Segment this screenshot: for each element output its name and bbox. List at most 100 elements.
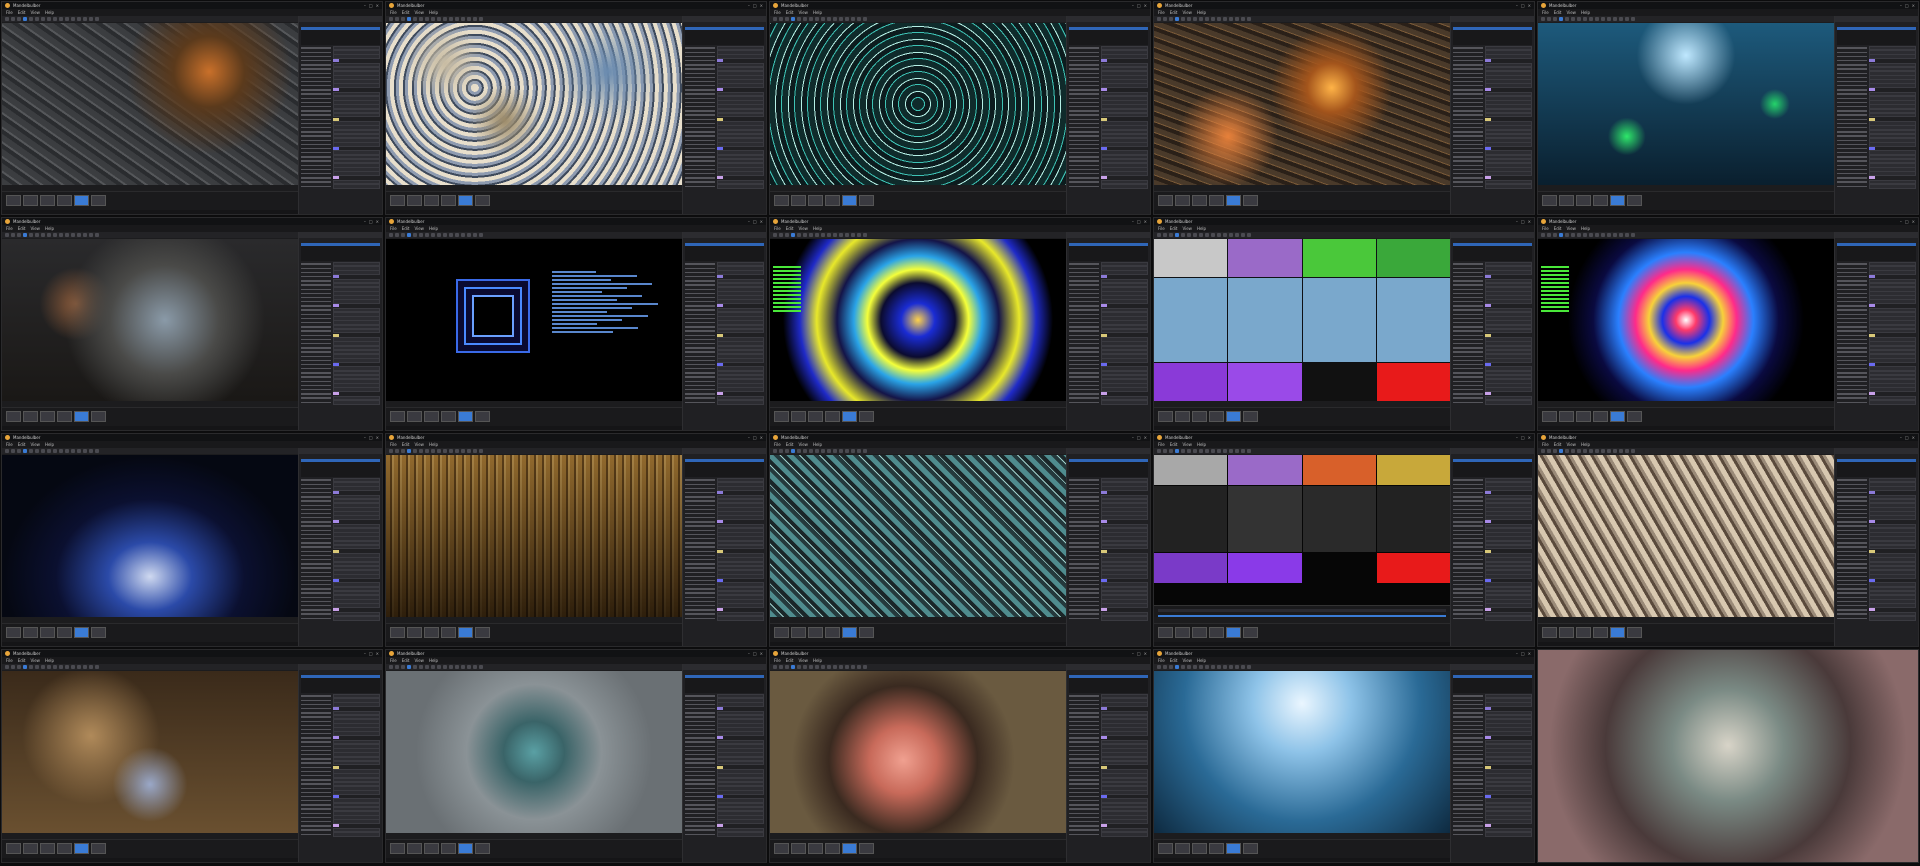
close-icon[interactable]: ×: [1912, 3, 1915, 8]
menu-item-help[interactable]: Help: [813, 10, 822, 15]
toolbar-button-icon[interactable]: [1169, 17, 1173, 21]
close-icon[interactable]: ×: [376, 435, 379, 440]
preset-thumbnail[interactable]: [842, 843, 857, 854]
toolbar-button-icon[interactable]: [53, 449, 57, 453]
preset-thumbnail[interactable]: [390, 843, 405, 854]
toolbar-button-icon[interactable]: [29, 665, 33, 669]
close-icon[interactable]: ×: [1528, 435, 1531, 440]
toolbar-button-icon[interactable]: [473, 665, 477, 669]
property-value-field[interactable]: [333, 574, 380, 579]
toolbar-button-icon[interactable]: [1193, 233, 1197, 237]
maximize-icon[interactable]: □: [1521, 3, 1525, 8]
menu-item-edit[interactable]: Edit: [1170, 10, 1178, 15]
object-tree[interactable]: [1069, 459, 1148, 477]
close-icon[interactable]: ×: [1144, 651, 1147, 656]
property-value-field[interactable]: [333, 358, 380, 363]
menu-item-edit[interactable]: Edit: [1170, 658, 1178, 663]
property-value-field[interactable]: [333, 819, 380, 825]
toolbar-button-icon[interactable]: [827, 665, 831, 669]
toolbar-button-icon[interactable]: [17, 665, 21, 669]
preset-thumbnail[interactable]: [859, 627, 874, 638]
toolbar-button-icon[interactable]: [83, 233, 87, 237]
menu-item-file[interactable]: File: [774, 226, 781, 231]
preset-thumbnail[interactable]: [1610, 411, 1625, 422]
object-tree[interactable]: [1453, 243, 1532, 261]
tree-item-selected[interactable]: [1453, 675, 1532, 678]
preset-thumbnail[interactable]: [1175, 195, 1190, 206]
property-value-field[interactable]: [717, 603, 764, 609]
property-value-field[interactable]: [1869, 399, 1916, 405]
preset-thumbnail[interactable]: [774, 843, 789, 854]
property-value-field[interactable]: [1101, 486, 1148, 491]
toolbar-button-icon[interactable]: [401, 449, 405, 453]
object-tree[interactable]: [1453, 459, 1532, 477]
property-value-field[interactable]: [1101, 831, 1148, 837]
tree-item-selected[interactable]: [1069, 675, 1148, 678]
minimize-icon[interactable]: –: [1132, 219, 1134, 224]
toolbar-button-icon[interactable]: [1217, 665, 1221, 669]
toolbar-button-icon[interactable]: [89, 17, 93, 21]
toolbar-button-icon[interactable]: [461, 665, 465, 669]
property-value-field[interactable]: [1101, 515, 1148, 521]
toolbar-button-icon[interactable]: [1541, 233, 1545, 237]
toolbar-button-icon[interactable]: [1559, 233, 1563, 237]
toolbar-button-icon[interactable]: [1631, 17, 1635, 21]
toolbar-button-icon[interactable]: [1607, 233, 1611, 237]
toolbar-button-icon[interactable]: [1565, 233, 1569, 237]
property-value-field[interactable]: [1869, 270, 1916, 275]
preset-thumbnail[interactable]: [825, 195, 840, 206]
minimize-icon[interactable]: –: [748, 651, 750, 656]
minimize-icon[interactable]: –: [1516, 3, 1518, 8]
toolbar-button-icon[interactable]: [407, 17, 411, 21]
toolbar-button-icon[interactable]: [77, 17, 81, 21]
close-icon[interactable]: ×: [376, 651, 379, 656]
menu-item-help[interactable]: Help: [429, 658, 438, 663]
maximize-icon[interactable]: □: [1137, 219, 1141, 224]
property-value-field[interactable]: [717, 299, 764, 305]
preset-thumbnail[interactable]: [458, 627, 473, 638]
toolbar-button-icon[interactable]: [839, 233, 843, 237]
property-value-field[interactable]: [1485, 83, 1532, 89]
toolbar-button-icon[interactable]: [419, 665, 423, 669]
toolbar-button-icon[interactable]: [815, 449, 819, 453]
menu-item-edit[interactable]: Edit: [18, 10, 26, 15]
toolbar-button-icon[interactable]: [821, 233, 825, 237]
property-value-field[interactable]: [1101, 270, 1148, 275]
property-value-field[interactable]: [1101, 358, 1148, 363]
toolbar-button-icon[interactable]: [479, 233, 483, 237]
toolbar-button-icon[interactable]: [479, 665, 483, 669]
preset-thumbnail[interactable]: [791, 195, 806, 206]
preset-thumbnail[interactable]: [1627, 195, 1642, 206]
toolbar-button-icon[interactable]: [1175, 449, 1179, 453]
minimize-icon[interactable]: –: [1516, 219, 1518, 224]
toolbar-button-icon[interactable]: [425, 449, 429, 453]
property-value-field[interactable]: [1485, 760, 1532, 766]
toolbar-button-icon[interactable]: [1595, 449, 1599, 453]
toolbar-button-icon[interactable]: [1589, 449, 1593, 453]
property-value-field[interactable]: [1869, 54, 1916, 59]
property-value-field[interactable]: [717, 112, 764, 118]
preset-thumbnail[interactable]: [57, 195, 72, 206]
menu-item-edit[interactable]: Edit: [18, 226, 26, 231]
toolbar-button-icon[interactable]: [1199, 665, 1203, 669]
maximize-icon[interactable]: □: [1521, 651, 1525, 656]
toolbar-button-icon[interactable]: [1235, 233, 1239, 237]
toolbar-button-icon[interactable]: [863, 233, 867, 237]
property-value-field[interactable]: [717, 358, 764, 363]
menu-item-file[interactable]: File: [390, 442, 397, 447]
toolbar-button-icon[interactable]: [1199, 17, 1203, 21]
toolbar-button-icon[interactable]: [1187, 449, 1191, 453]
toolbar-button-icon[interactable]: [23, 233, 27, 237]
maximize-icon[interactable]: □: [1137, 3, 1141, 8]
property-value-field[interactable]: [333, 702, 380, 707]
toolbar-button-icon[interactable]: [11, 449, 15, 453]
toolbar-button-icon[interactable]: [437, 17, 441, 21]
toolbar-button-icon[interactable]: [1571, 233, 1575, 237]
preset-thumbnail[interactable]: [1243, 627, 1258, 638]
toolbar-button-icon[interactable]: [413, 449, 417, 453]
preset-thumbnail[interactable]: [1627, 411, 1642, 422]
toolbar-button-icon[interactable]: [797, 233, 801, 237]
toolbar-button-icon[interactable]: [1625, 17, 1629, 21]
toolbar-button-icon[interactable]: [461, 17, 465, 21]
preset-thumbnail[interactable]: [1559, 627, 1574, 638]
